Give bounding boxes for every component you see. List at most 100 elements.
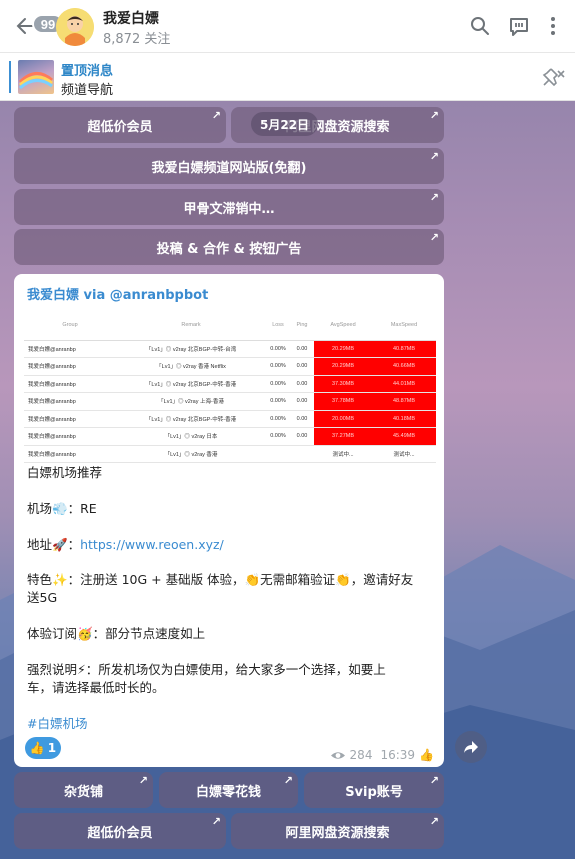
message-time: 16:39 [380, 748, 416, 762]
table-cell: 「Lv1」◎ v2ray 北京BGP-中转-台湾 [116, 340, 266, 358]
text-span: ：注册送 10G + 基础版 体验， [67, 572, 245, 587]
view-count: 284 [349, 748, 373, 762]
keyboard-button-pocket-money[interactable]: 白嫖零花钱 ↗ [159, 772, 298, 808]
text-span: 地址 [27, 537, 53, 552]
search-icon[interactable] [470, 16, 490, 36]
post-line-notice: 强烈说明⚡：所发机场仅为白嫖使用，给大家多一个选择，如要上 车，请选择最低时长的。 [27, 661, 437, 697]
dash-icon: 💨 [52, 501, 68, 516]
thumbs-up-icon: 👍 [419, 748, 434, 762]
text-span: 车，请选择最低时长的。 [27, 680, 165, 695]
pinned-message-bar[interactable]: 置顶消息 频道导航 [0, 53, 575, 101]
reaction-thumbs-up[interactable]: 👍 1 [25, 737, 61, 759]
table-cell: 「Lv1」◎ v2ray 香港 Netflix [116, 357, 266, 376]
link-arrow-icon: ↗ [429, 774, 439, 787]
date-separator: 5月22日 [251, 112, 319, 136]
text-span: 体验订阅 [27, 626, 78, 641]
table-cell: 0.00 [290, 410, 314, 428]
table-row: 我爱白嫖@anranbp 「Lv1」◎ v2ray 香港 Netflix 0.00%… [24, 357, 436, 376]
table-cell: 我爱白嫖@anranbp [24, 375, 116, 393]
table-cell: 40.66MB [372, 357, 436, 376]
table-cell: 48.87MB [372, 392, 436, 411]
hashtag-link[interactable]: #白嫖机场 [27, 715, 87, 733]
table-cell: 我爱白嫖@anranbp [24, 392, 116, 411]
keyboard-button-vip[interactable]: 超低价会员 ↗ [14, 107, 226, 143]
clap-icon: 👏 [335, 572, 351, 587]
channel-avatar[interactable] [56, 8, 94, 46]
keyboard-button-label: 超低价会员 [87, 825, 153, 841]
share-button[interactable] [455, 731, 487, 763]
table-cell: 0.00% [266, 427, 290, 446]
avatar-icon [56, 8, 94, 46]
keyboard-button-label: 超低价会员 [87, 119, 153, 135]
table-cell: 0.00 [290, 357, 314, 376]
pinned-title: 置顶消息 [61, 64, 114, 79]
keyboard-button-label: 阿里网盘资源搜索 [285, 825, 390, 841]
post-line-trial: 体验订阅🥳：部分节点速度如上 [27, 625, 205, 643]
keyboard-button-ads[interactable]: 投稿 & 合作 & 按钮广告 ↗ [14, 229, 444, 265]
keyboard-button-svip[interactable]: Svip账号 ↗ [304, 772, 444, 808]
date-label: 5月22日 [260, 117, 310, 132]
message-meta: 284 16:39 👍 [330, 748, 434, 762]
unpin-icon[interactable] [539, 67, 565, 87]
table-cell [266, 445, 290, 463]
post-line-address: 地址🚀：https://www.reoen.xyz/ [27, 537, 224, 552]
link-arrow-icon: ↗ [429, 191, 439, 204]
text-span: 机场 [27, 501, 53, 516]
discussion-icon[interactable] [508, 16, 530, 38]
table-cell: 我爱白嫖@anranbp [24, 445, 116, 463]
table-cell [290, 445, 314, 463]
table-cell: 0.00 [290, 427, 314, 446]
subscriber-count: 8,872 关注 [103, 32, 171, 47]
message-author[interactable]: 我爱白嫖 via @anranbpbot [27, 284, 208, 303]
table-cell: 44.01MB [372, 375, 436, 393]
text-span: 送5G [27, 590, 58, 605]
keyboard-button-label: Svip账号 [345, 784, 403, 800]
text-span: ：部分节点速度如上 [92, 626, 206, 641]
table-cell: 我爱白嫖@anranbp [24, 427, 116, 446]
pinned-indicator [9, 61, 11, 93]
link-arrow-icon: ↗ [429, 150, 439, 163]
keyboard-button-label: 甲骨文滞销中… [183, 201, 275, 217]
post-line-airport: 机场💨：RE [27, 500, 97, 518]
table-cell: 0.00% [266, 340, 290, 358]
keyboard-button-vip-bottom[interactable]: 超低价会员 ↗ [14, 813, 226, 849]
keyboard-button-aliyun-bottom[interactable]: 阿里网盘资源搜索 ↗ [231, 813, 444, 849]
table-cell: 37.27MB [314, 427, 372, 446]
table-cell: 0.00% [266, 410, 290, 428]
table-row: 我爱白嫖@anranbp 「Lv1」◎ v2ray 香港 测试中... 测试中... [24, 445, 436, 463]
sparkles-icon: ✨ [52, 572, 68, 587]
table-cell: 「Lv1」◎ v2ray 北京BGP-中转-香港 [116, 410, 266, 428]
keyboard-button-label: 我爱白嫖频道网站版(免翻) [151, 160, 307, 176]
table-row: 我爱白嫖@anranbp 「Lv1」◎ v2ray 北京BGP-中转-台湾 0.00… [24, 340, 436, 358]
link-arrow-icon: ↗ [429, 815, 439, 828]
channel-title: 我爱白嫖 [103, 11, 159, 27]
message-bubble[interactable]: 我爱白嫖 via @anranbpbot Group Remark Loss P… [14, 274, 444, 767]
keyboard-button-grocery[interactable]: 杂货铺 ↗ [14, 772, 153, 808]
thumbs-up-icon: 👍 [29, 741, 45, 755]
link-arrow-icon: ↗ [429, 231, 439, 244]
text-span: ：所发机场仅为白嫖使用，给大家多一个选择，如要上 [85, 662, 386, 677]
back-button[interactable]: 99 [12, 9, 64, 43]
airport-link[interactable]: https://www.reoen.xyz/ [80, 537, 224, 552]
table-cell: 测试中... [372, 445, 436, 463]
column-header: Ping [290, 310, 314, 341]
table-cell: 「Lv1」◎ v2ray 香港 [116, 445, 266, 463]
chat-header: 99 我爱白嫖 8,872 关注 [0, 0, 575, 53]
clap-icon: 👏 [244, 572, 261, 587]
table-cell: 我爱白嫖@anranbp [24, 340, 116, 358]
pinned-thumbnail [18, 60, 54, 94]
keyboard-button-oracle[interactable]: 甲骨文滞销中… ↗ [14, 189, 444, 225]
column-header: Loss [266, 310, 290, 341]
pinned-text: 频道导航 [61, 83, 114, 98]
more-options-icon[interactable] [549, 16, 557, 36]
table-row: 我爱白嫖@anranbp 「Lv1」◎ v2ray 北京BGP-中转-香港 0.00… [24, 410, 436, 428]
table-cell: 0.00% [266, 392, 290, 411]
table-cell: 「Lv1」◎ v2ray 上海-香港 [116, 392, 266, 411]
link-arrow-icon: ↗ [429, 109, 439, 122]
table-cell: 我爱白嫖@anranbp [24, 410, 116, 428]
keyboard-button-label: 杂货铺 [63, 784, 103, 800]
column-header: AvgSpeed [314, 310, 372, 341]
table-cell: 0.00 [290, 340, 314, 358]
keyboard-button-website[interactable]: 我爱白嫖频道网站版(免翻) ↗ [14, 148, 444, 184]
keyboard-button-label: 投稿 & 合作 & 按钮广告 [156, 241, 302, 257]
